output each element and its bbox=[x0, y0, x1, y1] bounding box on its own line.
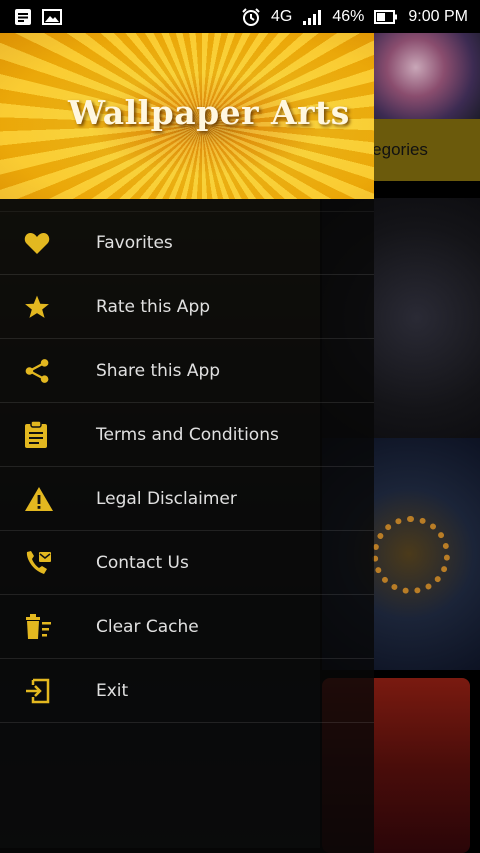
status-bar-right: 4G 46% 9:00 PM bbox=[241, 7, 468, 27]
notification-icon bbox=[14, 8, 32, 26]
menu-item-label: Terms and Conditions bbox=[96, 424, 279, 445]
menu-item-clear-cache[interactable]: Clear Cache bbox=[0, 595, 374, 659]
menu-item-label: Contact Us bbox=[96, 552, 189, 573]
exit-icon bbox=[0, 678, 96, 704]
navigation-drawer: Wallpaper Arts Favorites Rate this App S… bbox=[0, 33, 374, 853]
menu-item-favorites[interactable]: Favorites bbox=[0, 211, 374, 275]
menu-item-label: Clear Cache bbox=[96, 616, 199, 637]
star-icon bbox=[0, 294, 96, 320]
alarm-icon bbox=[241, 7, 261, 27]
heart-icon bbox=[0, 231, 96, 255]
menu-item-label: Share this App bbox=[96, 360, 221, 381]
battery-percent: 46% bbox=[332, 7, 365, 25]
drawer-header: Wallpaper Arts bbox=[0, 33, 374, 199]
menu-item-rate-app[interactable]: Rate this App bbox=[0, 275, 374, 339]
menu-item-label: Rate this App bbox=[96, 296, 211, 317]
app-title: Wallpaper Arts bbox=[68, 93, 350, 132]
image-icon bbox=[42, 8, 62, 26]
status-bar-left bbox=[14, 8, 62, 26]
status-bar: 4G 46% 9:00 PM bbox=[0, 0, 480, 33]
menu-item-label: Favorites bbox=[96, 233, 173, 253]
menu-item-legal-disclaimer[interactable]: Legal Disclaimer bbox=[0, 467, 374, 531]
share-icon bbox=[0, 358, 96, 384]
battery-icon bbox=[374, 9, 398, 25]
menu-item-contact-us[interactable]: Contact Us bbox=[0, 531, 374, 595]
menu-item-label: Exit bbox=[96, 680, 129, 701]
tab-categories[interactable]: ategories bbox=[358, 119, 480, 181]
menu-item-share-app[interactable]: Share this App bbox=[0, 339, 374, 403]
background-wallpaper-thumb[interactable] bbox=[373, 33, 480, 119]
menu-item-terms[interactable]: Terms and Conditions bbox=[0, 403, 374, 467]
menu-item-label: Legal Disclaimer bbox=[96, 488, 237, 509]
clock: 9:00 PM bbox=[408, 7, 468, 25]
contact-phone-icon bbox=[0, 550, 96, 576]
network-type: 4G bbox=[271, 7, 293, 25]
menu-item-exit[interactable]: Exit bbox=[0, 659, 374, 723]
signal-icon bbox=[302, 9, 322, 25]
clipboard-icon bbox=[0, 420, 96, 449]
warning-icon bbox=[0, 486, 96, 512]
drawer-menu: Favorites Rate this App Share this App T… bbox=[0, 211, 374, 723]
delete-sweep-icon bbox=[0, 613, 96, 640]
